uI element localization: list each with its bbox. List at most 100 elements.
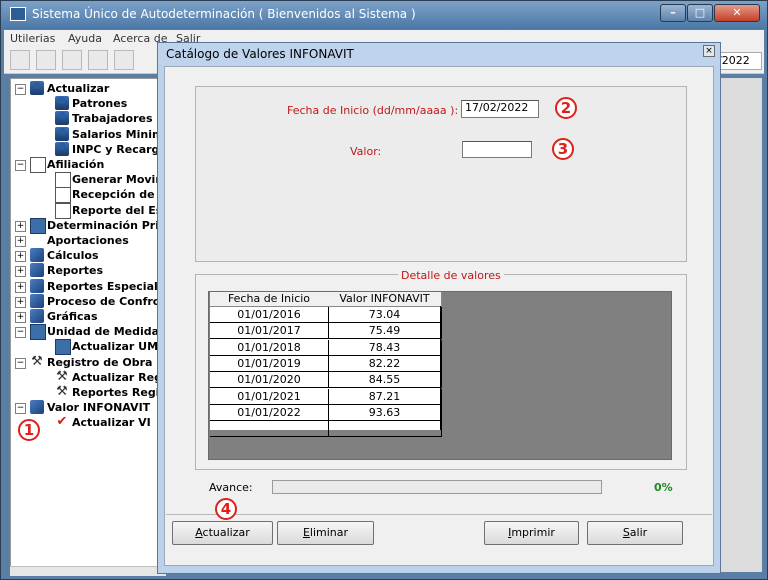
menu-utilerias[interactable]: Utilerias bbox=[10, 32, 55, 45]
expand-icon[interactable]: + bbox=[15, 251, 26, 263]
actualizar-hotkey: A bbox=[195, 526, 203, 539]
tree-item-label: Gráficas bbox=[47, 310, 98, 323]
save-icon[interactable] bbox=[88, 50, 108, 70]
tree-item[interactable]: − Afiliación bbox=[11, 157, 165, 173]
table-cell-fecha[interactable]: 01/01/2018 bbox=[210, 339, 329, 356]
menu-ayuda[interactable]: Ayuda bbox=[68, 32, 102, 45]
sigma-icon bbox=[30, 248, 44, 263]
expand-icon[interactable]: + bbox=[15, 281, 26, 293]
actualizar-button[interactable]: Actualizar bbox=[172, 521, 273, 545]
tree-item[interactable]: + Cálculos bbox=[11, 248, 165, 263]
eliminar-button[interactable]: Eliminar bbox=[277, 521, 374, 545]
app-title: Sistema Único de Autodeterminación ( Bie… bbox=[32, 7, 416, 21]
minimize-button[interactable]: – bbox=[660, 4, 686, 22]
tree-item[interactable]: Generar Movimi bbox=[11, 172, 165, 189]
table-cell-valor[interactable]: 78.43 bbox=[328, 339, 442, 356]
expand-icon[interactable]: + bbox=[15, 236, 26, 247]
valor-input[interactable] bbox=[462, 141, 532, 158]
table-cell-valor[interactable]: 87.21 bbox=[328, 388, 442, 405]
tree-item-label: Afiliación bbox=[47, 158, 105, 171]
salir-button[interactable]: Salir bbox=[587, 521, 683, 545]
calculator-icon bbox=[30, 217, 46, 234]
tree-item-label: Determinación Prim bbox=[47, 218, 166, 232]
table-cell-fecha[interactable]: 01/01/2017 bbox=[210, 323, 329, 340]
collapse-icon[interactable]: − bbox=[15, 84, 26, 95]
tree-item[interactable]: − Actualizar bbox=[11, 81, 165, 96]
maximize-button[interactable]: □ bbox=[687, 4, 713, 22]
tree-item-label: Reporte del Esta bbox=[72, 203, 166, 217]
tree-item[interactable]: INPC y Recargos bbox=[11, 141, 165, 157]
annotation-badge-1: 1 bbox=[18, 419, 40, 441]
table-cell-empty[interactable] bbox=[210, 421, 329, 438]
tree-item[interactable]: − ⚒ Registro de Obra bbox=[11, 353, 165, 370]
tree-item[interactable]: Actualizar UMA bbox=[11, 339, 166, 356]
tree-item-label: Patrones bbox=[72, 97, 128, 111]
expand-icon[interactable]: + bbox=[15, 312, 26, 323]
imprimir-button[interactable]: Imprimir bbox=[484, 521, 579, 545]
tree-item-label: Recepción de M bbox=[72, 188, 166, 202]
table-cell-valor[interactable]: 93.63 bbox=[328, 404, 442, 421]
detail-group-title: Detalle de valores bbox=[398, 269, 504, 282]
date-display: /2022 bbox=[714, 52, 762, 70]
imprimir-label: mprimir bbox=[511, 526, 555, 539]
collapse-icon[interactable]: − bbox=[15, 160, 26, 171]
tree-item-label: Aportaciones bbox=[47, 234, 129, 247]
tree-item[interactable]: ⚒ Actualizar Regis bbox=[11, 369, 165, 385]
collapse-icon[interactable]: − bbox=[15, 357, 26, 369]
expand-icon[interactable]: + bbox=[15, 266, 26, 278]
table-cell-fecha[interactable]: 01/01/2021 bbox=[210, 388, 329, 405]
calculator-icon bbox=[30, 324, 46, 341]
tree-item[interactable]: + Gráficas bbox=[11, 309, 165, 324]
tree-item[interactable]: + Aportaciones bbox=[11, 233, 165, 248]
sync-icon[interactable] bbox=[62, 50, 82, 70]
tree-item[interactable]: Recepción de M bbox=[11, 187, 166, 204]
navigation-tree[interactable]: − Actualizar Patrones Trabajadores Salarios … bbox=[10, 78, 166, 568]
table-cell-fecha[interactable]: 01/01/2016 bbox=[210, 307, 329, 323]
table-cell-valor[interactable]: 84.55 bbox=[328, 372, 442, 389]
table-cell-valor[interactable]: 82.22 bbox=[328, 355, 442, 372]
search-icon[interactable] bbox=[10, 50, 30, 70]
table-cell-empty[interactable] bbox=[328, 421, 442, 438]
collapse-icon[interactable]: − bbox=[15, 327, 26, 339]
table-cell-fecha[interactable]: 01/01/2019 bbox=[210, 355, 329, 372]
tree-item-label: Salarios Minimo bbox=[72, 127, 166, 141]
table-cell-fecha[interactable]: 01/01/2020 bbox=[210, 372, 329, 389]
expand-icon[interactable]: + bbox=[15, 220, 26, 232]
dialog-title: Catálogo de Valores INFONAVIT bbox=[166, 47, 354, 61]
tree-item[interactable]: ⚒ Reportes Regist bbox=[11, 385, 166, 400]
table-cell-valor[interactable]: 75.49 bbox=[328, 323, 442, 340]
eliminar-label: liminar bbox=[309, 526, 349, 539]
tree-item[interactable]: − Valor INFONAVIT bbox=[11, 400, 165, 415]
tree-item[interactable]: + Reportes bbox=[11, 263, 165, 278]
horizontal-scrollbar[interactable] bbox=[10, 566, 166, 576]
table-header-fecha[interactable]: Fecha de Inicio bbox=[210, 292, 329, 307]
tree-item[interactable]: + Reportes Especiales bbox=[11, 278, 165, 294]
tree-item[interactable]: − Unidad de Medida y bbox=[11, 324, 165, 341]
tools-icon: ⚒ bbox=[31, 353, 43, 369]
collapse-icon[interactable]: − bbox=[15, 403, 26, 415]
tree-item[interactable]: + Determinación Prim bbox=[11, 217, 166, 234]
tree-item[interactable]: Salarios Minimo bbox=[11, 126, 166, 142]
tree-item[interactable]: Reporte del Esta bbox=[11, 202, 166, 219]
separator bbox=[166, 514, 712, 515]
tree-item-label: Actualizar bbox=[47, 82, 110, 95]
printer-icon bbox=[30, 278, 44, 293]
sync-icon bbox=[30, 293, 44, 308]
fecha-inicio-input[interactable]: 17/02/2022 bbox=[461, 100, 539, 118]
salir-hotkey: S bbox=[622, 526, 630, 539]
close-button[interactable]: ✕ bbox=[714, 4, 760, 22]
minus-icon[interactable] bbox=[114, 50, 134, 70]
tree-item-label: Actualizar UMA bbox=[72, 340, 166, 354]
expand-icon[interactable]: + bbox=[15, 296, 26, 308]
dialog-close-icon[interactable]: × bbox=[703, 45, 715, 57]
table-cell-fecha[interactable]: 01/01/2022 bbox=[210, 404, 329, 421]
people-icon[interactable] bbox=[36, 50, 56, 70]
tree-item-label: Reportes Regist bbox=[72, 386, 166, 399]
values-table: Fecha de Inicio Valor INFONAVIT 01/01/20… bbox=[210, 292, 442, 438]
tree-item[interactable]: Trabajadores bbox=[11, 111, 165, 126]
tree-item[interactable]: Patrones bbox=[11, 96, 165, 111]
table-header-valor[interactable]: Valor INFONAVIT bbox=[328, 292, 442, 307]
annotation-badge-2: 2 bbox=[555, 97, 577, 119]
tree-item[interactable]: + Proceso de Confron bbox=[11, 293, 165, 309]
table-cell-valor[interactable]: 73.04 bbox=[328, 307, 442, 323]
